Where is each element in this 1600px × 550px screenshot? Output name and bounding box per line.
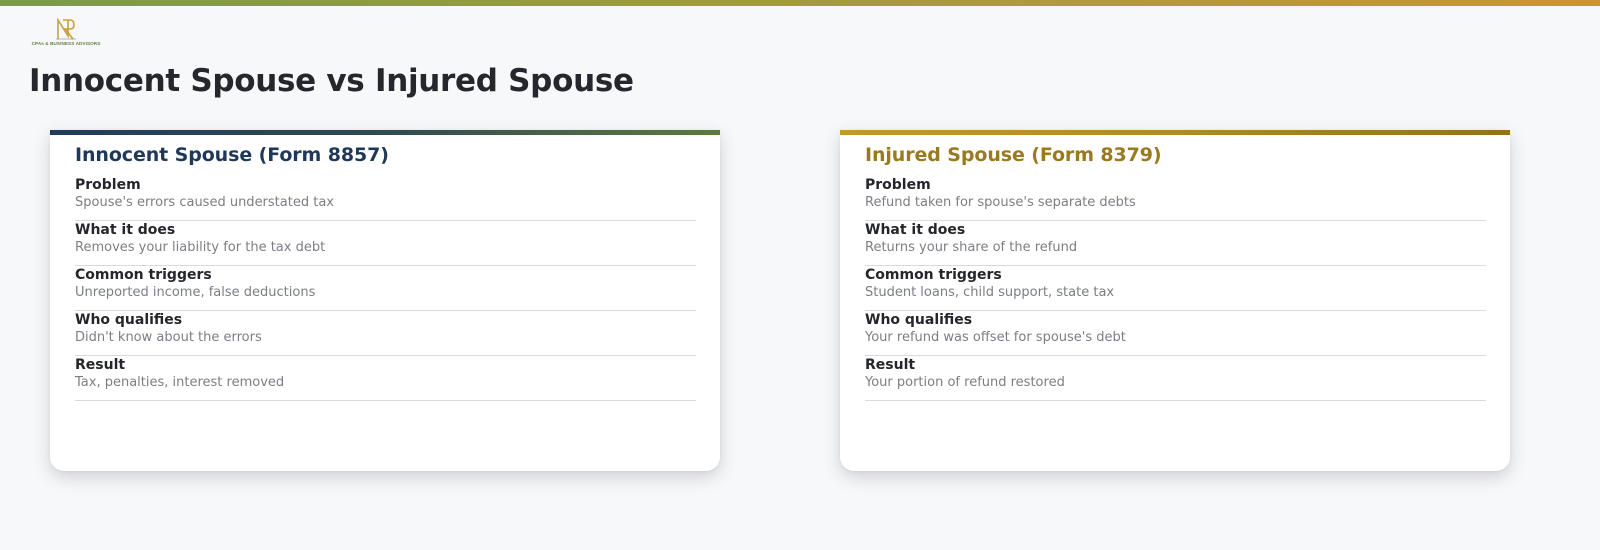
row-label: What it does [865,222,966,238]
row-label: Problem [75,177,141,193]
row-value: Returns your share of the refund [865,240,1078,255]
card-rows: Problem Refund taken for spouse's separa… [865,176,1486,401]
card-row-result: Result Your portion of refund restored [865,356,1486,401]
row-value: Removes your liability for the tax debt [75,240,326,255]
card-row-common-triggers: Common triggers Unreported income, false… [75,266,696,311]
row-label: Who qualifies [865,312,973,328]
injured-spouse-card: Injured Spouse (Form 8379) Problem Refun… [840,130,1510,471]
card-rows: Problem Spouse's errors caused understat… [75,176,696,401]
card-row-what-it-does: What it does Returns your share of the r… [865,221,1486,266]
row-label: Result [75,357,126,373]
row-value: Spouse's errors caused understated tax [75,195,334,210]
card-row-problem: Problem Spouse's errors caused understat… [75,176,696,221]
card-row-who-qualifies: Who qualifies Your refund was offset for… [865,311,1486,356]
row-label: Who qualifies [75,312,183,328]
row-value: Refund taken for spouse's separate debts [865,195,1136,210]
row-value: Your refund was offset for spouse's debt [865,330,1126,345]
card-accent-bar [50,130,720,135]
innocent-spouse-card: Innocent Spouse (Form 8857) Problem Spou… [50,130,720,471]
row-label: Result [865,357,916,373]
card-row-problem: Problem Refund taken for spouse's separa… [865,176,1486,221]
monogram-logo-icon [56,18,76,40]
row-label: Problem [865,177,931,193]
card-row-common-triggers: Common triggers Student loans, child sup… [865,266,1486,311]
logo-tagline: CPAs & BUSINESS ADVISORS [31,41,101,46]
row-value: Tax, penalties, interest removed [75,375,285,390]
row-value: Student loans, child support, state tax [865,285,1115,300]
row-label: Common triggers [865,267,1002,283]
card-row-result: Result Tax, penalties, interest removed [75,356,696,401]
row-value: Didn't know about the errors [75,330,262,345]
company-logo[interactable]: CPAs & BUSINESS ADVISORS [30,18,102,52]
page-title: Innocent Spouse vs Injured Spouse [29,63,634,99]
card-title: Injured Spouse (Form 8379) [865,144,1162,166]
card-row-who-qualifies: Who qualifies Didn't know about the erro… [75,311,696,356]
top-accent-bar [0,0,1600,6]
row-label: Common triggers [75,267,212,283]
row-value: Unreported income, false deductions [75,285,316,300]
card-accent-bar [840,130,1510,135]
row-value: Your portion of refund restored [865,375,1065,390]
row-label: What it does [75,222,176,238]
card-title: Innocent Spouse (Form 8857) [75,144,389,166]
card-row-what-it-does: What it does Removes your liability for … [75,221,696,266]
